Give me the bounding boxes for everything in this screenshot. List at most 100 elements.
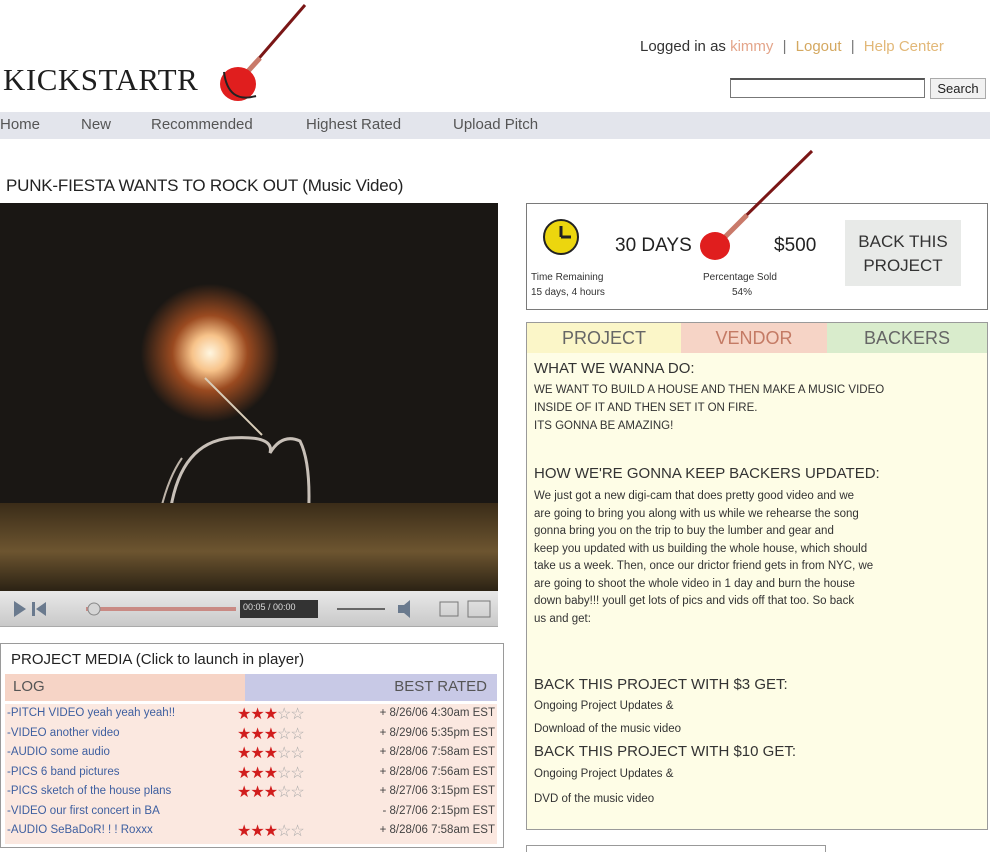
star-empty-icon[interactable]: ☆ [290,765,304,782]
media-item-title[interactable]: -VIDEO our first concert in BA [7,805,160,817]
media-item-title[interactable]: -PICS 6 band pictures [7,766,120,778]
star-rating[interactable]: ★★★☆☆ [237,704,305,724]
star-empty-icon[interactable]: ☆ [277,706,291,723]
text-updates-line: We just got a new digi-cam that does pre… [534,490,855,502]
skip-back-icon [32,602,35,616]
volume-slider [337,608,385,610]
tab-vendor[interactable]: VENDOR [681,323,827,353]
search-button[interactable]: Search [930,78,986,99]
back-project-button[interactable]: BACK THIS PROJECT [845,220,961,286]
star-empty-icon[interactable]: ☆ [290,823,304,840]
main-nav: Home New Recommended Highest Rated Uploa… [0,112,990,139]
tab-log[interactable]: LOG [5,674,245,701]
star-empty-icon[interactable]: ☆ [290,745,304,762]
star-filled-icon[interactable]: ★ [237,726,251,743]
window-icon [439,601,459,617]
percentage-value: 54% [732,287,753,298]
star-filled-icon[interactable]: ★ [264,784,278,801]
star-filled-icon[interactable]: ★ [264,765,278,782]
text-updates-line: are going to shoot the whole video in 1 … [534,577,855,590]
nav-recommended[interactable]: Recommended [151,116,253,133]
nav-upload-pitch[interactable]: Upload Pitch [453,116,538,133]
logout-link[interactable]: Logout [796,38,842,55]
media-item-title[interactable]: -AUDIO some audio [7,746,110,758]
heading-what: WHAT WE WANNA DO: [534,360,695,377]
login-status: Logged in as kimmy | Logout | Help Cente… [640,38,944,55]
star-empty-icon[interactable]: ☆ [290,706,304,723]
search-input[interactable] [730,78,925,98]
media-list-item[interactable]: -AUDIO SeBaDoR! ! ! Roxxx ★★★☆☆ + 8/28/06 … [5,821,497,840]
star-empty-icon[interactable]: ☆ [277,823,291,840]
tab-backers[interactable]: BACKERS [827,323,987,353]
text-what-3: ITS GONNA BE AMAZING! [534,420,674,432]
star-rating[interactable]: ★★★☆☆ [237,763,305,783]
time-remaining-value: 15 days, 4 hours [531,287,605,298]
star-empty-icon[interactable]: ☆ [277,726,291,743]
nav-highest-rated[interactable]: Highest Rated [306,116,401,133]
star-empty-icon[interactable]: ☆ [277,784,291,801]
star-empty-icon[interactable]: ☆ [277,765,291,782]
media-item-date: - 8/27/06 2:15pm EST [382,804,495,817]
star-filled-icon[interactable]: ★ [237,765,251,782]
text-updates-line: take us a week. Then, once our drictor f… [534,560,874,572]
media-list-item[interactable]: -PICS sketch of the house plans ★★★☆☆ + 8/… [5,782,497,801]
apple-arrow-icon [220,4,307,101]
star-filled-icon[interactable]: ★ [237,745,251,762]
media-list-item[interactable]: -PITCH VIDEO yeah yeah yeah!! ★★★☆☆ + 8/26… [5,704,497,723]
nav-home[interactable]: Home [0,116,40,133]
star-empty-icon[interactable]: ☆ [290,784,304,801]
description-tabs: PROJECT VENDOR BACKERS [527,323,987,353]
fullscreen-icon [467,600,491,618]
media-item-title[interactable]: -AUDIO SeBaDoR! ! ! Roxxx [7,824,153,836]
text-updates-line: gonna bring you on the trip to buy the l… [534,525,834,537]
star-filled-icon[interactable]: ★ [264,823,278,840]
media-list-item[interactable]: -VIDEO our first concert in BA - 8/27/06 … [5,802,497,821]
clock-icon [543,219,579,255]
seek-handle [87,602,101,616]
text-updates-line: keep you updated with us building the wh… [534,542,868,555]
star-rating[interactable]: ★★★☆☆ [237,782,305,802]
nav-new[interactable]: New [81,116,111,133]
media-item-date: + 8/28/06 7:58am EST [379,746,495,758]
star-empty-icon[interactable]: ☆ [277,745,291,762]
star-filled-icon[interactable]: ★ [250,726,264,743]
logo[interactable]: KICKSTARTR [3,62,198,98]
tab-best-rated[interactable]: BEST RATED [245,674,497,701]
percentage-label: Percentage Sold [703,272,777,283]
media-item-title[interactable]: -PITCH VIDEO yeah yeah yeah!! [7,707,175,719]
player-time: 00:05 / 00:00 [243,602,296,612]
clock-hands [559,226,571,239]
text-updates-line: are going to bring you along with us whi… [534,507,859,520]
star-filled-icon[interactable]: ★ [264,745,278,762]
star-filled-icon[interactable]: ★ [250,784,264,801]
media-item-title[interactable]: -VIDEO another video [7,727,120,739]
star-filled-icon[interactable]: ★ [250,706,264,723]
tab-project[interactable]: PROJECT [527,323,681,353]
star-rating[interactable]: ★★★☆☆ [237,743,305,763]
media-list-item[interactable]: -PICS 6 band pictures ★★★☆☆ + 8/28/06 7:56… [5,763,497,782]
text-updates-line: down baby!!! youll get lots of pics and … [534,595,855,607]
star-filled-icon[interactable]: ★ [250,745,264,762]
star-rating[interactable]: ★★★☆☆ [237,821,305,841]
username-link[interactable]: kimmy [730,38,773,55]
star-rating[interactable]: ★★★☆☆ [237,724,305,744]
page-title: PUNK-FIESTA WANTS TO ROCK OUT (Music Vid… [6,176,404,195]
star-filled-icon[interactable]: ★ [250,765,264,782]
media-item-date: + 8/27/06 3:15pm EST [379,785,495,797]
media-list-item[interactable]: -AUDIO some audio ★★★☆☆ + 8/28/06 7:58am E… [5,743,497,762]
star-filled-icon[interactable]: ★ [250,823,264,840]
video-player[interactable] [0,203,498,591]
star-filled-icon[interactable]: ★ [237,784,251,801]
play-icon [14,601,26,617]
text-updates: We just got a new digi-cam that does pre… [534,488,986,628]
heading-updates: HOW WE'RE GONNA KEEP BACKERS UPDATED: [534,465,880,482]
media-item-title[interactable]: -PICS sketch of the house plans [7,785,171,797]
heading-tier-3: BACK THIS PROJECT WITH $3 GET: [534,676,788,693]
star-filled-icon[interactable]: ★ [237,706,251,723]
star-filled-icon[interactable]: ★ [264,726,278,743]
star-filled-icon[interactable]: ★ [237,823,251,840]
star-empty-icon[interactable]: ☆ [290,726,304,743]
help-center-link[interactable]: Help Center [864,38,944,55]
media-list-item[interactable]: -VIDEO another video ★★★☆☆ + 8/29/06 5:35p… [5,724,497,743]
star-filled-icon[interactable]: ★ [264,706,278,723]
